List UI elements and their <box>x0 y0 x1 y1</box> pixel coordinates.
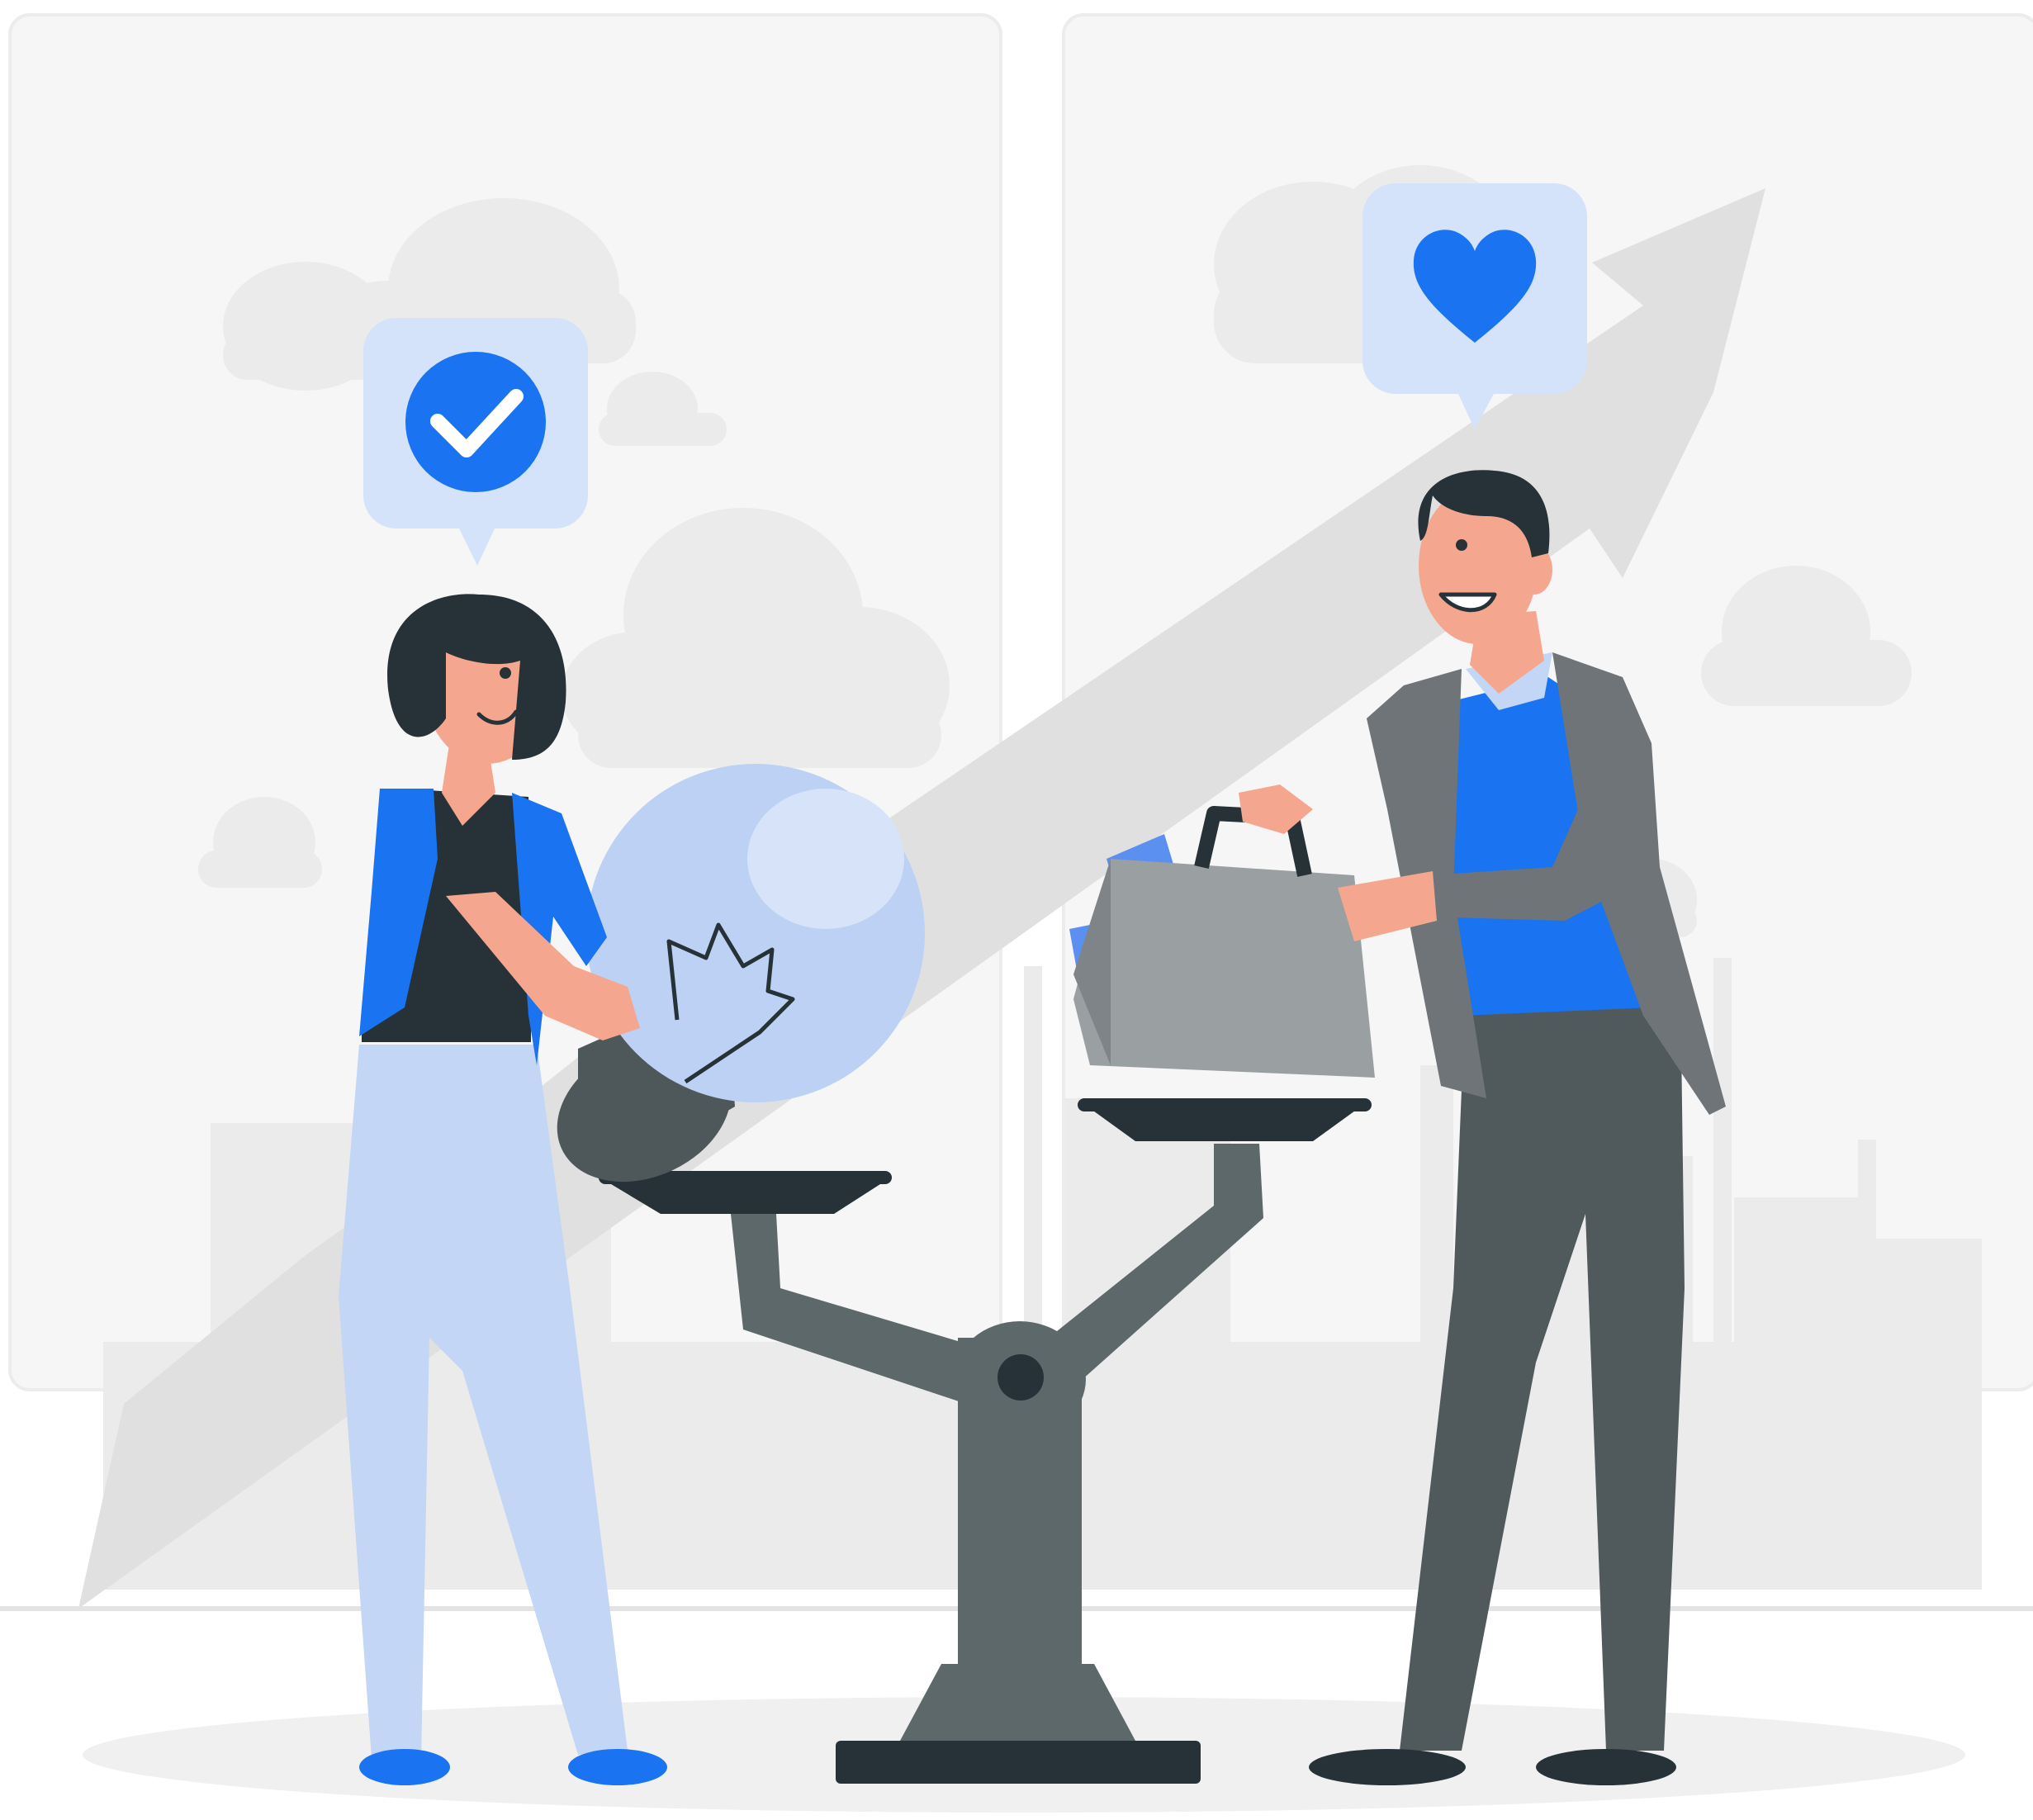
check-speech-bubble <box>363 318 588 566</box>
woman-shoe-right <box>568 1749 667 1785</box>
man-shoe-left <box>1309 1749 1466 1785</box>
scale-pedestal <box>900 1664 1135 1741</box>
man-shoe-right <box>1536 1749 1676 1785</box>
check-icon <box>405 352 546 492</box>
heart-speech-bubble <box>1362 183 1587 429</box>
illustration-scene <box>0 0 2033 1820</box>
scale-pivot <box>998 1354 1044 1401</box>
scale-base <box>836 1741 1201 1784</box>
woman-shoe-left <box>359 1749 450 1785</box>
